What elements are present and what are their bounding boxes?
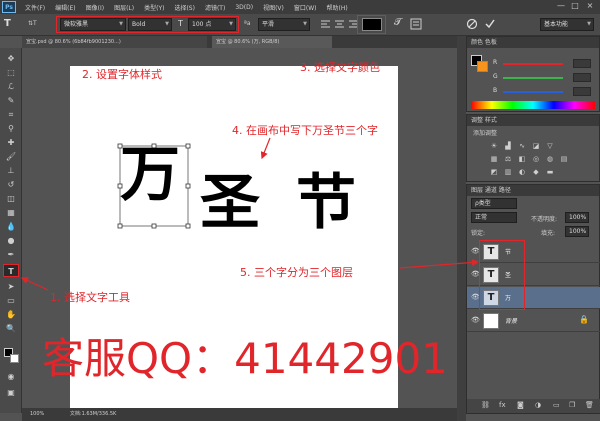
arrow-5 [399, 258, 480, 269]
arrow-1 [20, 277, 49, 291]
annotation-4: 4. 在画布中写下万圣节三个字 [232, 124, 378, 137]
annotation-2: 2. 设置字体样式 [82, 68, 162, 81]
annotation-5: 5. 三个字分为三个图层 [240, 266, 353, 279]
annotation-3: 3. 选择文字颜色 [300, 61, 380, 74]
arrow-4 [260, 137, 271, 160]
annotation-1: 1. 选择文字工具 [50, 291, 130, 304]
